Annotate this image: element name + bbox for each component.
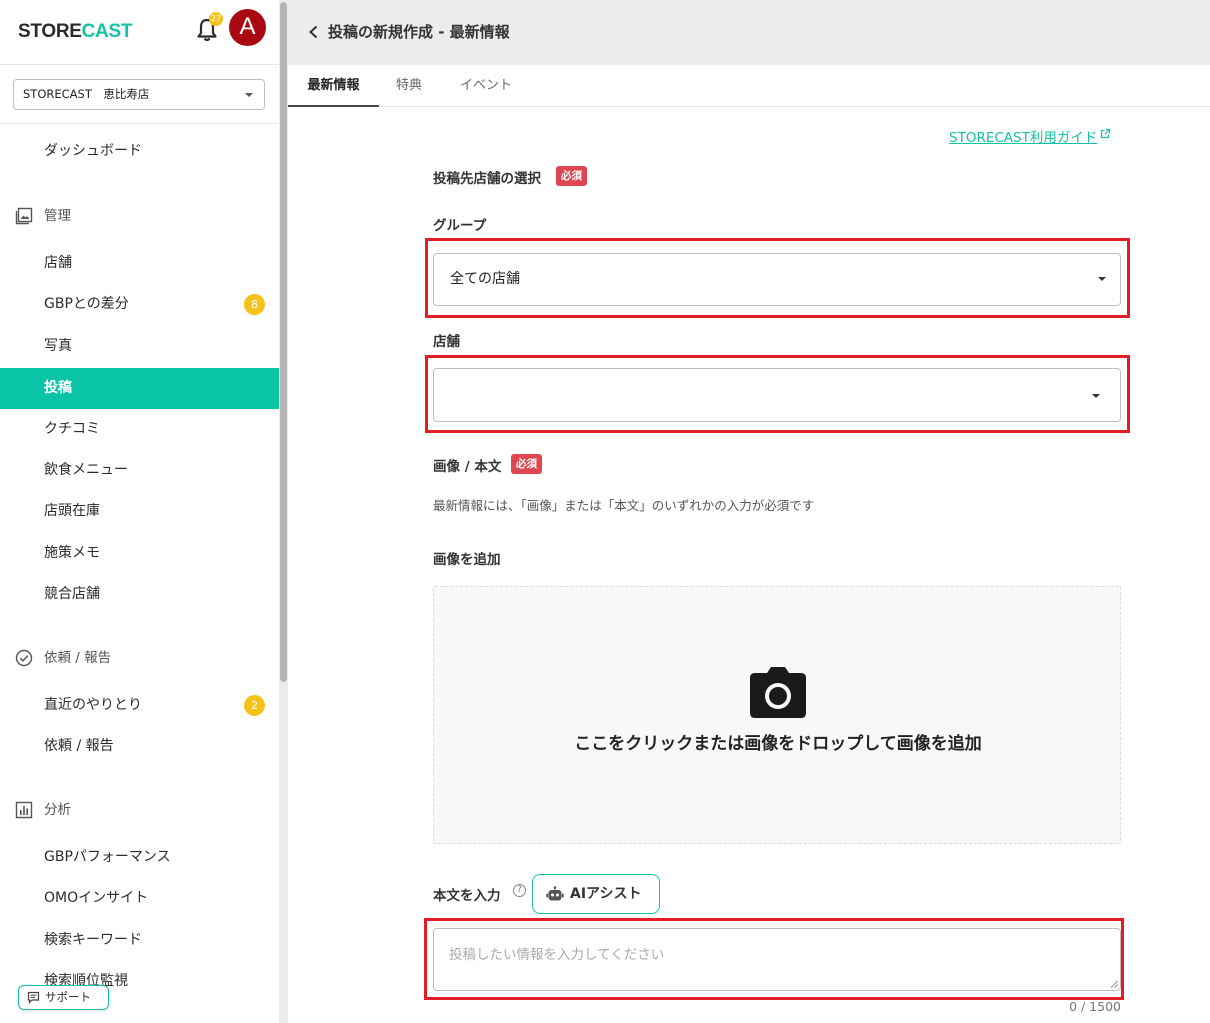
tab-event[interactable]: イベント [439,65,533,107]
add-image-label: 画像を追加 [433,552,501,568]
app-logo[interactable]: STORECAST [18,21,132,43]
sidebar-item-requests[interactable]: 依頼 / 報告 [0,726,279,767]
support-button-label: サポート [45,990,91,1004]
sidebar-item-inventory[interactable]: 店頭在庫 [0,491,279,532]
sidebar-item-gbp-performance[interactable]: GBPパフォーマンス [0,837,279,878]
group-select[interactable]: 全ての店舗 [433,253,1121,306]
sidebar-item-reviews[interactable]: クチコミ [0,409,279,450]
caret-down-icon [245,93,253,97]
sidebar-item-omo-insight[interactable]: OMOインサイト [0,878,279,919]
store-selector-area: STORECAST 恵比寿店 [0,64,279,124]
support-button[interactable]: サポート [18,985,109,1010]
chat-icon [27,991,40,1004]
sidebar-item-photos[interactable]: 写真 [0,326,279,367]
body-textarea[interactable]: 投稿したい情報を入力してください [433,928,1121,991]
scrollbar-thumb[interactable] [280,2,287,682]
guide-link-label: STORECAST利用ガイド [949,130,1098,146]
sidebar-header: STORECAST 27 A [0,0,279,64]
bar-chart-icon [15,801,33,819]
image-text-hint: 最新情報には、「画像」または「本文」のいずれかの入力が必須です [433,498,815,513]
robot-icon [546,886,564,901]
logo-store-text: STORE [18,21,82,42]
caret-down-icon [1092,394,1100,398]
image-icon [15,207,33,225]
dropzone-text: ここをクリックまたは画像をドロップして画像を追加 [574,734,982,754]
sidebar: STORECAST 27 A STORECAST 恵比寿店 ダッシュボード 管理… [0,0,279,1023]
chevron-left-icon[interactable] [307,25,321,39]
check-circle-icon [15,649,33,667]
page-header: 投稿の新規作成 - 最新情報 [288,0,1210,65]
required-badge: 必須 [556,166,587,186]
sidebar-item-dashboard[interactable]: ダッシュボード [0,131,279,172]
store-select[interactable] [433,368,1121,422]
sidebar-section-label: 管理 [44,208,71,224]
sidebar-scrollbar[interactable] [279,0,288,1023]
body-label: 本文を入力 [433,888,501,904]
ai-assist-label: AIアシスト [570,886,642,902]
caret-down-icon [1098,277,1106,281]
store-selector-value: STORECAST 恵比寿店 [23,87,150,101]
post-type-tabs: 最新情報 特典 イベント [288,65,1210,107]
sidebar-section-manage: 管理 [0,201,279,231]
image-dropzone[interactable]: ここをクリックまたは画像をドロップして画像を追加 [433,586,1121,844]
sidebar-item-label: GBPとの差分 [44,296,129,312]
ai-assist-button[interactable]: AIアシスト [532,874,660,914]
external-link-icon [1101,128,1111,139]
sidebar-item-memo[interactable]: 施策メモ [0,533,279,574]
resize-grip-icon[interactable] [1110,980,1118,988]
store-selector-dropdown[interactable]: STORECAST 恵比寿店 [13,79,265,110]
page-title: 投稿の新規作成 - 最新情報 [328,23,510,41]
sidebar-item-recent-messages[interactable]: 直近のやりとり 2 [0,685,279,726]
tab-latest-info[interactable]: 最新情報 [288,65,379,107]
required-badge: 必須 [511,454,542,474]
count-badge: 8 [244,294,265,315]
avatar[interactable]: A [229,9,266,46]
notification-badge: 27 [209,12,223,26]
store-label: 店舗 [433,334,460,350]
group-label: グループ [433,218,487,234]
sidebar-item-posts[interactable]: 投稿 [0,368,279,409]
post-form: STORECAST利用ガイド 投稿先店舗の選択 必須 グループ 全ての店舗 店舗… [288,107,1210,1023]
sidebar-section-requests: 依頼 / 報告 [0,643,279,673]
tab-offer[interactable]: 特典 [379,65,439,107]
sidebar-item-stores[interactable]: 店舗 [0,243,279,284]
sidebar-section-label: 分析 [44,802,71,818]
camera-icon [750,667,806,718]
sidebar-item-label: 直近のやりとり [44,697,142,713]
image-text-label: 画像 / 本文 [433,459,502,475]
group-select-value: 全ての店舗 [450,271,520,287]
sidebar-section-analysis: 分析 [0,795,279,825]
sidebar-item-competitors[interactable]: 競合店舗 [0,574,279,615]
sidebar-section-label: 依頼 / 報告 [44,650,112,666]
count-badge: 2 [244,695,265,716]
target-store-label: 投稿先店舗の選択 [433,171,541,187]
character-counter: 0 / 1500 [1069,999,1121,1014]
body-placeholder: 投稿したい情報を入力してください [449,947,665,963]
sidebar-item-food-menu[interactable]: 飲食メニュー [0,450,279,491]
logo-cast-text: CAST [81,21,133,42]
sidebar-item-search-keywords[interactable]: 検索キーワード [0,920,279,961]
guide-link[interactable]: STORECAST利用ガイド [949,126,1111,146]
sidebar-item-gbp-diff[interactable]: GBPとの差分 8 [0,284,279,325]
help-icon[interactable]: ? [513,884,526,897]
